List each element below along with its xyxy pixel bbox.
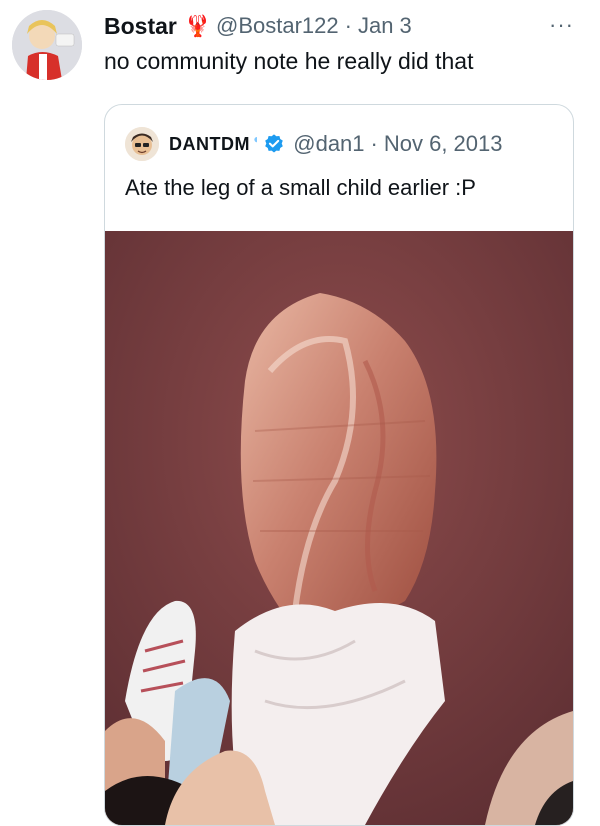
more-options-icon[interactable]: ··· (549, 14, 574, 36)
author-handle[interactable]: @Bostar122 (216, 13, 339, 39)
quoted-author-handle[interactable]: @dan1 (293, 131, 364, 157)
quoted-author-avatar[interactable] (125, 127, 159, 161)
quoted-avatar-image (125, 127, 159, 161)
quoted-tweet-header: DANTDM ◖ @dan1 · Nov 6, 2013 (125, 127, 503, 161)
photo-illustration (105, 231, 573, 825)
tweet-date[interactable]: Jan 3 (358, 13, 412, 39)
sound-badge-icon: ◖ (252, 132, 260, 146)
tweet-text: no community note he really did that (104, 48, 474, 74)
quoted-author-name[interactable]: DANTDM (169, 134, 250, 155)
avatar-image (12, 10, 82, 80)
lobster-emoji-icon: 🦞 (184, 14, 212, 38)
separator-dot: · (344, 13, 352, 38)
quoted-tweet-photo[interactable] (105, 231, 573, 825)
quoted-tweet-card[interactable]: DANTDM ◖ @dan1 · Nov 6, 2013 Ate the leg… (104, 104, 574, 826)
author-name[interactable]: Bostar (104, 13, 177, 40)
quoted-tweet-text: Ate the leg of a small child earlier :P (125, 175, 476, 200)
tweet-header: Bostar 🦞 @Bostar122 · Jan 3 (104, 10, 412, 42)
author-avatar[interactable] (12, 10, 82, 80)
verified-badge-icon (265, 134, 284, 153)
quoted-separator-dot: · (370, 131, 378, 156)
quoted-tweet-date[interactable]: Nov 6, 2013 (384, 131, 503, 157)
